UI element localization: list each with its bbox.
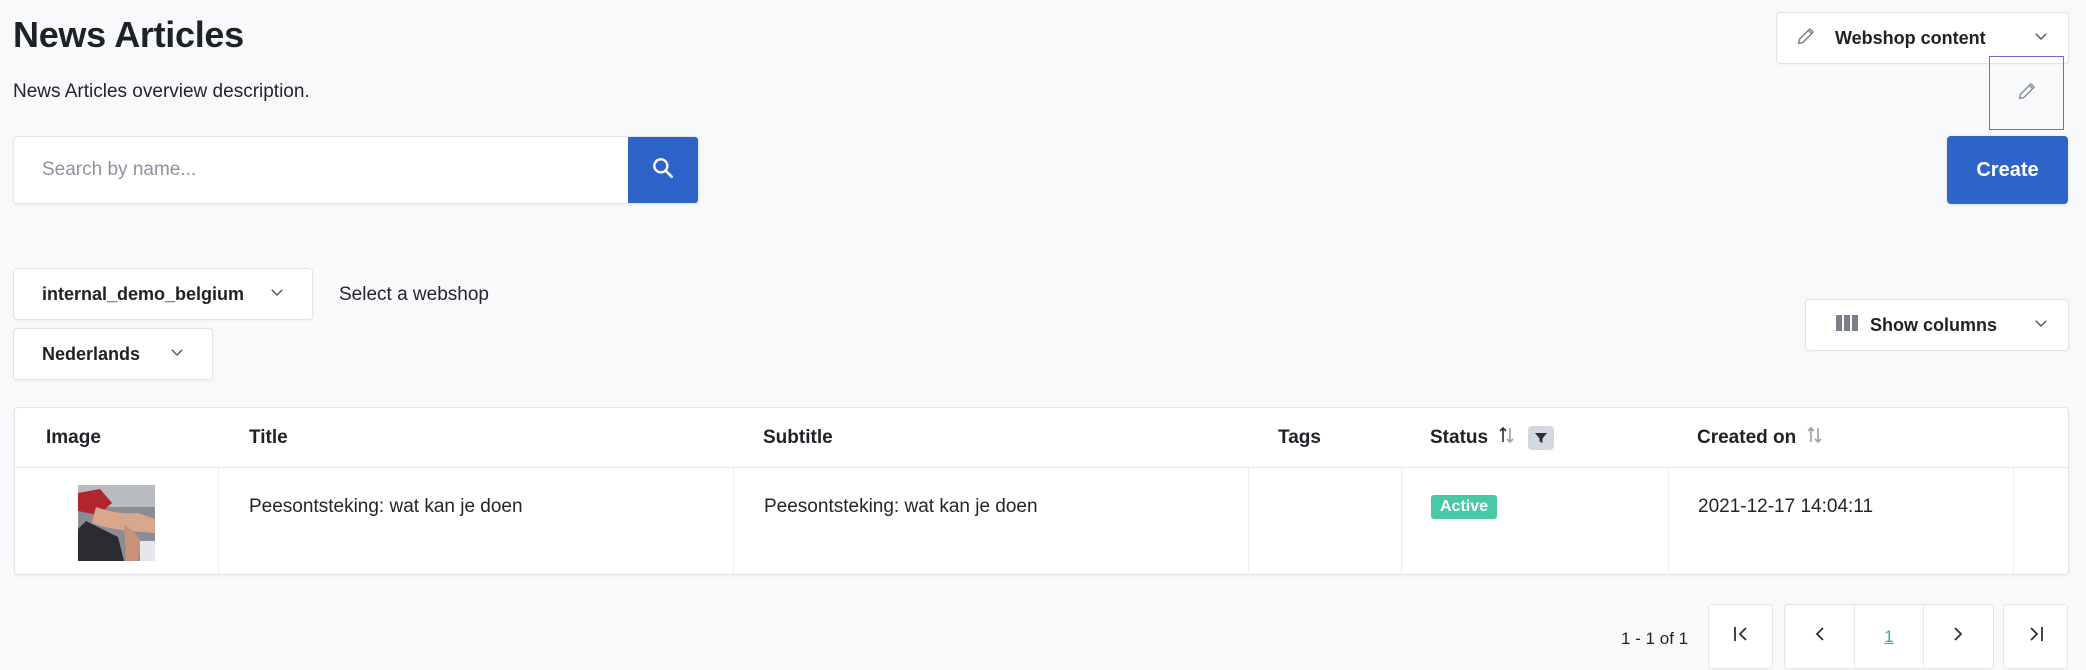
- create-button[interactable]: Create: [1947, 136, 2068, 204]
- column-header-created-on: Created on: [1697, 408, 1824, 468]
- cell-image: [15, 468, 219, 575]
- pencil-icon: [2016, 80, 2038, 107]
- language-select[interactable]: Nederlands: [13, 328, 213, 380]
- page-title: News Articles: [13, 14, 244, 55]
- chevron-down-icon: [168, 343, 186, 366]
- current-page-button[interactable]: 1: [1854, 605, 1924, 668]
- created-on-header-label: Created on: [1697, 427, 1797, 448]
- columns-icon: [1836, 314, 1858, 337]
- search-icon: [650, 155, 676, 186]
- chevron-right-icon: [1948, 624, 1968, 649]
- status-badge: Active: [1431, 495, 1498, 519]
- last-page-icon: [2026, 624, 2046, 649]
- first-page-icon: [1731, 624, 1751, 649]
- cell-subtitle: Peesontsteking: wat kan je doen: [734, 468, 1249, 575]
- cell-created-on: 2021-12-17 14:04:11: [1669, 468, 2014, 575]
- column-header-status: Status: [1430, 408, 1555, 468]
- cell-status: Active: [1402, 468, 1669, 575]
- article-title: Peesontsteking: wat kan je doen: [249, 496, 523, 517]
- article-thumbnail: [78, 485, 155, 561]
- last-page-button[interactable]: [2003, 604, 2068, 669]
- cell-title: Peesontsteking: wat kan je doen: [219, 468, 734, 575]
- next-page-button[interactable]: [1924, 605, 1993, 668]
- edit-button[interactable]: [1989, 56, 2064, 130]
- webshop-content-label: Webshop content: [1835, 27, 1986, 48]
- article-created-on: 2021-12-17 14:04:11: [1698, 496, 1874, 517]
- table-header: Image Title Subtitle Tags Status Created…: [15, 408, 2068, 468]
- column-header-tags: Tags: [1278, 427, 1321, 448]
- language-select-value: Nederlands: [42, 343, 141, 364]
- previous-page-button[interactable]: [1785, 605, 1854, 668]
- webshop-select[interactable]: internal_demo_belgium: [13, 268, 313, 320]
- sort-icon[interactable]: [1498, 425, 1516, 451]
- first-page-button[interactable]: [1708, 604, 1773, 669]
- chevron-left-icon: [1810, 624, 1830, 649]
- chevron-down-icon: [2032, 27, 2050, 50]
- status-header-label: Status: [1430, 427, 1489, 448]
- pagination-controls: 1: [1784, 604, 1994, 669]
- show-columns-select[interactable]: Show columns: [1805, 299, 2069, 351]
- article-subtitle: Peesontsteking: wat kan je doen: [764, 496, 1038, 517]
- search-input[interactable]: [14, 137, 628, 203]
- show-columns-label: Show columns: [1870, 314, 1998, 335]
- articles-table: Image Title Subtitle Tags Status Created…: [14, 407, 2069, 575]
- page-description: News Articles overview description.: [13, 81, 310, 102]
- sort-icon[interactable]: [1806, 425, 1824, 451]
- webshop-select-value: internal_demo_belgium: [42, 283, 245, 304]
- chevron-down-icon: [268, 283, 286, 306]
- cell-tags: [1249, 468, 1402, 575]
- pagination-info: 1 - 1 of 1: [1621, 629, 1689, 648]
- chevron-down-icon: [2032, 314, 2050, 337]
- table-row[interactable]: Peesontsteking: wat kan je doen Peesonts…: [15, 468, 2068, 575]
- pencil-icon: [1795, 25, 1817, 52]
- column-header-image: Image: [46, 427, 101, 448]
- webshop-select-hint: Select a webshop: [339, 284, 489, 305]
- column-header-subtitle: Subtitle: [763, 427, 833, 448]
- column-header-title: Title: [249, 427, 288, 448]
- filter-icon[interactable]: [1528, 426, 1555, 450]
- search-bar: [13, 136, 699, 204]
- search-button[interactable]: [628, 137, 698, 203]
